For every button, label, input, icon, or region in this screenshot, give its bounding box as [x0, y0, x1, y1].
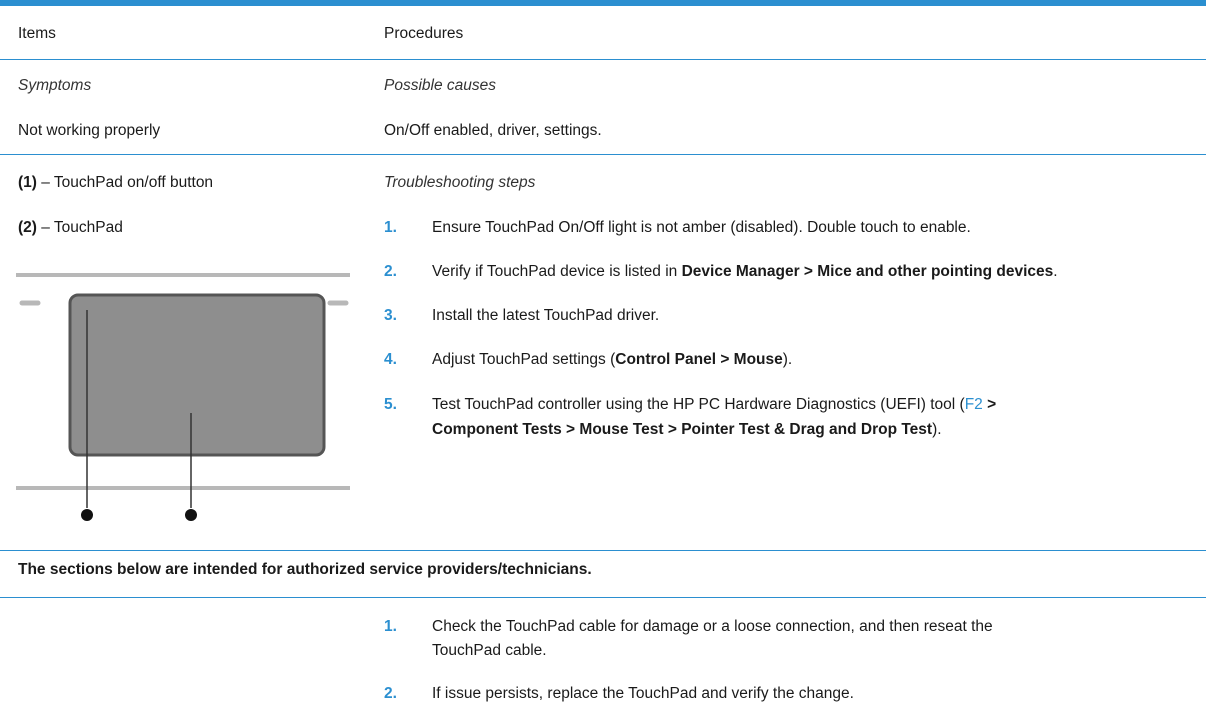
callout-1-icon — [81, 509, 93, 521]
step-5-line-1: Test TouchPad controller using the HP PC… — [432, 395, 996, 415]
touchpad-illustration — [16, 273, 350, 521]
step-4-text: Adjust TouchPad settings (Control Panel … — [432, 350, 792, 370]
tech-step-1-line-2: TouchPad cable. — [432, 642, 547, 659]
step-number: 4. — [384, 351, 397, 368]
step-number: 2. — [384, 263, 397, 280]
step-text: ). — [932, 421, 942, 438]
symptom-value: Not working properly — [18, 122, 161, 139]
item-label: – TouchPad on/off button — [36, 174, 214, 191]
step-text: Verify if TouchPad device is listed in — [432, 263, 682, 280]
note-bottom-divider — [0, 597, 1206, 598]
header-procedures: Procedures — [384, 25, 464, 42]
touchpad-surface-icon — [68, 293, 326, 457]
step-1-text: Ensure TouchPad On/Off light is not ambe… — [432, 219, 971, 236]
item-number: (2) — [18, 219, 37, 236]
troubleshooting-heading: Troubleshooting steps — [384, 174, 536, 191]
step-number: 3. — [384, 307, 397, 324]
item-touchpad: (2) – TouchPad — [18, 218, 123, 238]
callout-2-icon — [185, 509, 197, 521]
step-menu-path: Control Panel > Mouse — [615, 351, 783, 368]
step-text: Test TouchPad controller using the HP PC… — [432, 396, 965, 413]
step-text: ). — [782, 351, 793, 368]
header-items: Items — [18, 25, 56, 42]
step-text: Adjust TouchPad settings ( — [432, 351, 616, 368]
f2-key-link[interactable]: F2 — [965, 396, 983, 413]
step-menu-path: Device Manager > Mice and other pointing… — [681, 263, 1054, 280]
tech-step-2-text: If issue persists, replace the TouchPad … — [432, 685, 854, 702]
step-3-text: Install the latest TouchPad driver. — [432, 307, 660, 324]
step-5-line-2: Component Tests > Mouse Test > Pointer T… — [432, 420, 942, 440]
step-number: 2. — [384, 685, 397, 702]
step-2-text: Verify if TouchPad device is listed in D… — [432, 262, 1058, 282]
step-text: . — [1053, 263, 1058, 280]
item-number: (1) — [18, 174, 37, 191]
step-menu-path: Component Tests > Mouse Test > Pointer T… — [432, 421, 933, 438]
tech-step-1-line-1: Check the TouchPad cable for damage or a… — [432, 618, 993, 635]
item-label: – TouchPad — [36, 219, 123, 236]
causes-value: On/Off enabled, driver, settings. — [384, 122, 602, 139]
step-text: > — [982, 396, 997, 413]
symptoms-label: Symptoms — [18, 77, 92, 94]
row-divider — [0, 154, 1206, 155]
step-number: 1. — [384, 618, 397, 635]
step-number: 1. — [384, 219, 397, 236]
step-number: 5. — [384, 396, 397, 413]
possible-causes-label: Possible causes — [384, 77, 497, 94]
technician-note: The sections below are intended for auth… — [18, 561, 592, 578]
header-divider — [0, 59, 1206, 60]
item-onoff-button: (1) – TouchPad on/off button — [18, 173, 213, 193]
note-top-divider — [0, 550, 1206, 551]
table-top-border — [0, 0, 1206, 6]
